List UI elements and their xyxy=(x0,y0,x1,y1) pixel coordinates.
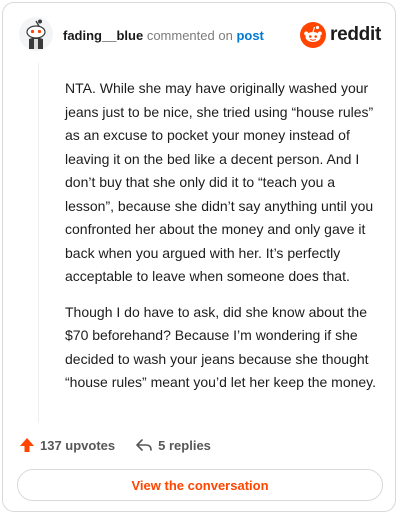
reddit-snoo-icon xyxy=(300,22,327,48)
reply-count: 5 replies xyxy=(158,437,211,453)
comment-paragraph: NTA. While she may have originally washe… xyxy=(65,80,374,284)
embedded-comment-card: fading__blue commented on post reddit NT… xyxy=(2,2,396,512)
comment-meta: fading__blue commented on post xyxy=(63,28,264,44)
view-conversation-label: View the conversation xyxy=(131,477,269,493)
reddit-wordmark: reddit xyxy=(330,24,381,45)
upvote-count: 137 upvotes xyxy=(40,437,116,453)
comment-header: fading__blue commented on post reddit xyxy=(19,15,381,59)
commented-on-text: commented on xyxy=(146,28,233,43)
replies-button[interactable]: 5 replies xyxy=(135,437,211,453)
comment-body: NTA. While she may have originally washe… xyxy=(65,77,381,407)
upvote-arrow-icon xyxy=(20,438,34,452)
view-conversation-button[interactable]: View the conversation xyxy=(17,469,383,501)
avatar[interactable] xyxy=(19,17,53,51)
comment-paragraph: Though I do have to ask, did she know ab… xyxy=(65,303,377,391)
username[interactable]: fading__blue xyxy=(63,28,143,43)
comment-actions: 137 upvotes 5 replies xyxy=(19,435,211,455)
thread-line[interactable] xyxy=(38,63,39,423)
reddit-logo[interactable]: reddit xyxy=(300,21,381,49)
post-link[interactable]: post xyxy=(236,28,263,43)
reply-arrow-icon xyxy=(136,439,152,451)
upvote-button[interactable]: 137 upvotes xyxy=(19,437,115,453)
